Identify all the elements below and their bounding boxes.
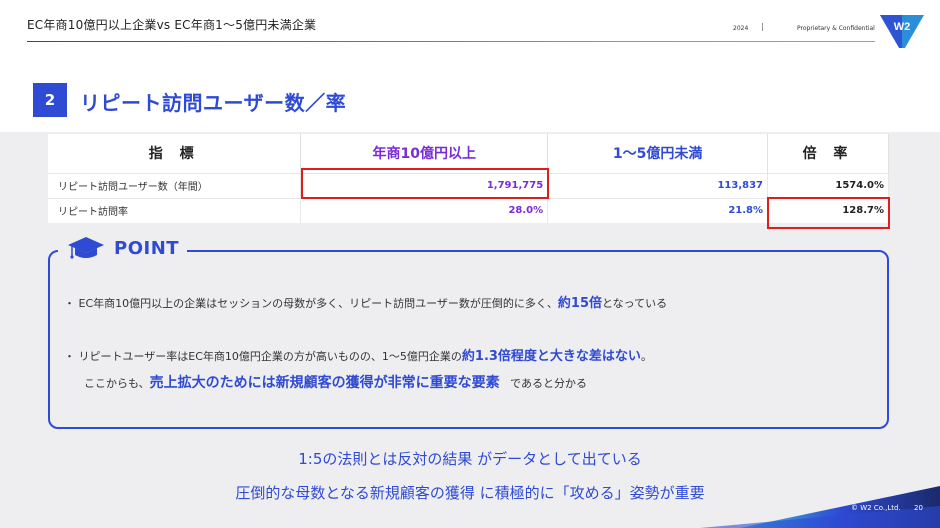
confidential-label: Proprietary & Confidential [797,25,875,32]
copyright: © W2 Co.,Ltd. [851,504,901,512]
point-title: POINT [114,237,180,259]
section-title: リピート訪問ユーザー数／率 [80,91,347,115]
bullet-text: 。 [640,350,652,363]
value-large: 28.0% [300,197,549,223]
header-metric: 指 標 [48,134,302,173]
point-bullet-3: ここからも、売上拡大のためには新規顧客の獲得が非常に重要な要素 であると分かる [84,372,587,392]
section-heading: 2 リピート訪問ユーザー数／率 [0,48,940,132]
slide-title: EC年商10億円以上企業vs EC年商1〜5億円未満企業 [27,18,317,32]
bullet-text: であると分かる [510,377,588,390]
bullet-text: ・ リピートユーザー率はEC年商10億円企業の方が高いものの、1〜5億円企業の [64,350,462,363]
bullet-text: となっている [602,297,668,310]
slide-header: EC年商10億円以上企業vs EC年商1〜5億円未満企業 2024 | Prop… [0,0,940,53]
page-number: 20 [914,504,923,512]
header-separator: | [761,22,764,31]
value-small: 21.8% [547,197,769,223]
section-number-badge: 2 [33,83,67,117]
point-bullet-1: ・ EC年商10億円以上の企業はセッションの母数が多く、リピート訪問ユーザー数が… [64,292,667,311]
logo-text: W2 [894,21,911,33]
point-header: POINT [58,233,188,263]
bullet-highlight: 約15倍 [557,296,602,311]
header-ratio: 倍 率 [767,134,889,173]
content-area: 指 標 年商10億円以上 1〜5億円未満 倍 率 リピート訪問ユーザー数（年間）… [0,132,940,528]
row-label: リピート訪問ユーザー数（年間） [48,172,302,198]
header-year: 2024 [733,25,749,32]
header-divider [27,41,875,42]
bullet-highlight: 売上拡大のためには新規顧客の獲得が非常に重要な要素 [149,375,500,391]
graduation-cap-icon [68,237,104,259]
bullet-text: ・ EC年商10億円以上の企業はセッションの母数が多く、リピート訪問ユーザー数が… [64,297,558,310]
bullet-text: ここからも、 [84,377,150,390]
value-ratio: 1574.0% [767,172,889,198]
highlight-box-rate [767,197,890,229]
bullet-highlight: 約1.3倍程度と大きな差はない [461,349,641,364]
highlight-box-users [301,168,549,199]
header-small-companies: 1〜5億円未満 [547,134,769,173]
value-small: 113,837 [547,172,769,198]
conclusion-line-1: 1:5の法則とは反対の結果 がデータとして出ている [298,450,642,468]
point-bullet-2: ・ リピートユーザー率はEC年商10億円企業の方が高いものの、1〜5億円企業の約… [64,345,652,364]
table-row: リピート訪問率 28.0% 21.8% 128.7% [48,197,889,223]
row-label: リピート訪問率 [48,197,302,223]
footer-decoration [700,486,940,528]
point-box [48,250,889,429]
